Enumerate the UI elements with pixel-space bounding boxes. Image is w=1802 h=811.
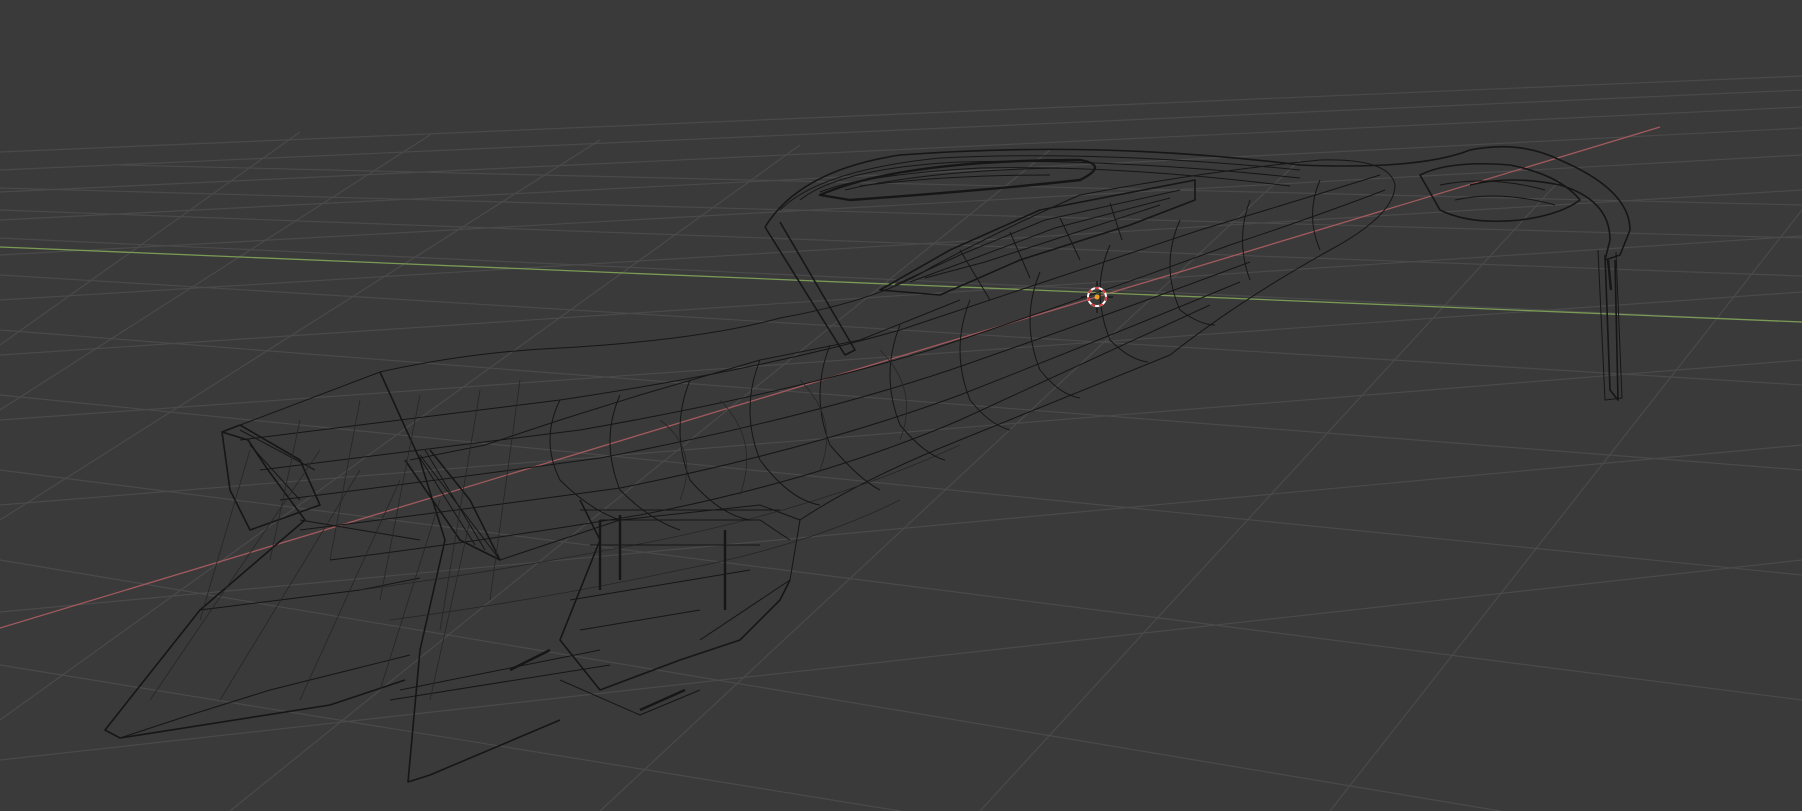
y-axis-line bbox=[0, 246, 1802, 323]
3d-viewport[interactable] bbox=[0, 0, 1802, 811]
3d-cursor[interactable] bbox=[1081, 281, 1113, 313]
viewport-canvas[interactable] bbox=[0, 0, 1802, 811]
object-origin-icon bbox=[1094, 294, 1100, 300]
